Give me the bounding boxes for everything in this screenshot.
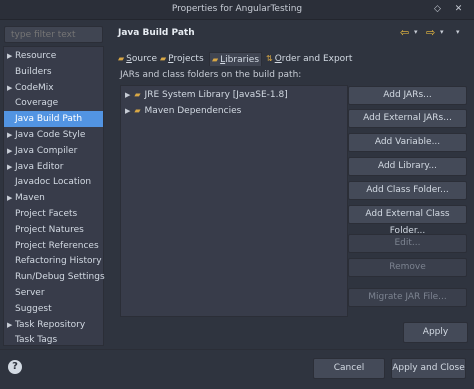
tree-item[interactable]: Project Natures	[4, 222, 103, 238]
restore-icon[interactable]: ◇	[431, 3, 444, 16]
tab-order-and-export[interactable]: ⇅ Order and Export	[266, 52, 352, 66]
tab-label: ibraries	[225, 55, 260, 65]
tree-item-label: Java Build Path	[15, 114, 83, 125]
expand-arrow-icon[interactable]: ▶	[125, 107, 130, 115]
library-item[interactable]: ▶ ▰ JRE System Library [JavaSE-1.8]	[125, 88, 288, 102]
tree-item-label: Javadoc Location	[15, 177, 92, 188]
tree-item-label: Task Tags	[15, 335, 58, 346]
add-external-class-folder-button[interactable]: Add External Class Folder...	[348, 205, 467, 236]
view-menu-icon[interactable]: ▾	[456, 28, 460, 36]
library-item[interactable]: ▶ ▰ Maven Dependencies	[125, 104, 241, 118]
apply-button[interactable]: Apply	[403, 322, 468, 343]
expand-arrow-icon[interactable]: ▶	[125, 91, 130, 99]
add-library-button[interactable]: Add Library...	[348, 157, 467, 176]
back-icon[interactable]: ⇦	[400, 26, 409, 39]
tree-item-label: Resource	[15, 51, 57, 61]
tree-item[interactable]: Coverage	[4, 95, 103, 111]
tab-icon: ⇅	[266, 54, 273, 63]
tab-source[interactable]: ▰ Source	[118, 52, 157, 66]
expand-arrow-icon[interactable]: ▶	[7, 143, 12, 159]
tree-item[interactable]: ▶ Java Editor	[4, 159, 103, 175]
remove-button[interactable]: Remove	[348, 258, 467, 277]
tab-mnemonic: O	[274, 54, 282, 64]
tree-item-label: Server	[15, 288, 45, 298]
tree-item[interactable]: ▶ Resource	[4, 48, 103, 64]
close-icon[interactable]: ✕	[452, 3, 465, 16]
expand-arrow-icon[interactable]: ▶	[7, 80, 12, 96]
add-class-folder-button[interactable]: Add Class Folder...	[348, 181, 467, 200]
tree-item[interactable]: ▶ Task Repository	[4, 317, 103, 333]
tree-item-label: Java Compiler	[15, 145, 78, 156]
tree-item[interactable]: ▶ Java Code Style	[4, 127, 103, 143]
apply-and-close-button[interactable]: Apply and Close	[391, 358, 466, 379]
tree-item[interactable]: Server	[4, 285, 103, 301]
edit-button[interactable]: Edit...	[348, 234, 467, 253]
tree-item-label: Maven	[15, 193, 45, 204]
tree-item[interactable]: Java Build Path	[4, 111, 103, 128]
tree-item-label: Java Editor	[15, 161, 64, 172]
back-dropdown-icon[interactable]: ▾	[414, 28, 418, 36]
cancel-button[interactable]: Cancel	[313, 358, 385, 379]
tab-icon: ▰	[212, 55, 219, 64]
tree-item[interactable]: Javadoc Location	[4, 174, 103, 190]
tree-item-label: Builders	[15, 66, 52, 77]
tree-item[interactable]: Project Facets	[4, 206, 103, 222]
filter-input[interactable]	[4, 26, 103, 43]
migrate-jar-file-button[interactable]: Migrate JAR File...	[348, 288, 467, 307]
libraries-description: JARs and class folders on the build path…	[120, 70, 302, 80]
tree-item[interactable]: Run/Debug Settings	[4, 269, 105, 285]
add-jars-button[interactable]: Add JARs...	[348, 86, 467, 105]
library-label: Maven Dependencies	[144, 106, 242, 116]
title-bar: Properties for AngularTesting ◇ ✕	[0, 0, 474, 20]
tab-libraries[interactable]: ▰ Libraries	[209, 52, 263, 66]
property-tree: ▶ Resource Builders ▶ CodeMix Coverage Java Bu…	[3, 46, 105, 348]
tab-icon: ▰	[160, 54, 167, 63]
tree-item[interactable]: Refactoring History	[4, 253, 103, 269]
forward-dropdown-icon[interactable]: ▾	[440, 28, 444, 36]
tree-item-label: Coverage	[15, 98, 59, 109]
tree-item-label: Task Repository	[15, 319, 86, 330]
footer-separator	[0, 349, 474, 350]
library-icon: ▰	[134, 90, 141, 99]
expand-arrow-icon[interactable]: ▶	[7, 159, 12, 175]
tab-icon: ▰	[118, 54, 125, 63]
library-icon: ▰	[134, 106, 141, 115]
tab-projects[interactable]: ▰ Projects	[160, 52, 204, 66]
tree-item-label: Project Facets	[15, 209, 78, 219]
libraries-tree: ▶ ▰ JRE System Library [JavaSE-1.8] ▶ ▰ Maven…	[120, 85, 348, 317]
tree-item-label: Run/Debug Settings	[15, 272, 105, 283]
library-label: JRE System Library [JavaSE-1.8]	[144, 90, 288, 100]
tree-item-label: Project Natures	[15, 224, 84, 235]
tree-item[interactable]: ▶ Maven	[4, 190, 103, 206]
tree-item[interactable]: Builders	[4, 64, 103, 80]
tree-item[interactable]: ▶ CodeMix	[4, 80, 103, 96]
tree-item-label: CodeMix	[15, 82, 54, 93]
expand-arrow-icon[interactable]: ▶	[7, 190, 12, 206]
tab-label: rder and Export	[281, 54, 353, 64]
tree-item[interactable]: ▶ Java Compiler	[4, 143, 103, 159]
help-icon[interactable]: ?	[8, 360, 22, 374]
page-title: Java Build Path	[118, 28, 195, 38]
tree-item-label: Project References	[15, 240, 99, 251]
left-panel: ▶ResourceBuilders▶CodeMixCoverageJava Bu…	[0, 20, 106, 349]
tab-label: rojects	[173, 54, 204, 64]
tree-item[interactable]: Suggest	[4, 301, 103, 317]
tree-item[interactable]: Task Tags	[4, 332, 103, 348]
right-panel: Java Build Path ⇦ ▾ ⇨ ▾ ▾ ▰ Source ▰ Projec…	[110, 20, 474, 349]
tree-item-label: Java Code Style	[15, 130, 86, 140]
tree-item[interactable]: Project References	[4, 238, 103, 254]
forward-icon[interactable]: ⇨	[426, 26, 435, 39]
add-external-jars-button[interactable]: Add External JARs...	[348, 109, 467, 128]
expand-arrow-icon[interactable]: ▶	[7, 317, 12, 333]
tree-item-label: Refactoring History	[15, 256, 102, 267]
expand-arrow-icon[interactable]: ▶	[7, 48, 12, 64]
tab-label: ource	[131, 54, 158, 64]
expand-arrow-icon[interactable]: ▶	[7, 127, 12, 143]
add-variable-button[interactable]: Add Variable...	[348, 133, 467, 152]
window-title: Properties for AngularTesting	[171, 4, 303, 14]
tree-item-label: Suggest	[15, 303, 52, 314]
